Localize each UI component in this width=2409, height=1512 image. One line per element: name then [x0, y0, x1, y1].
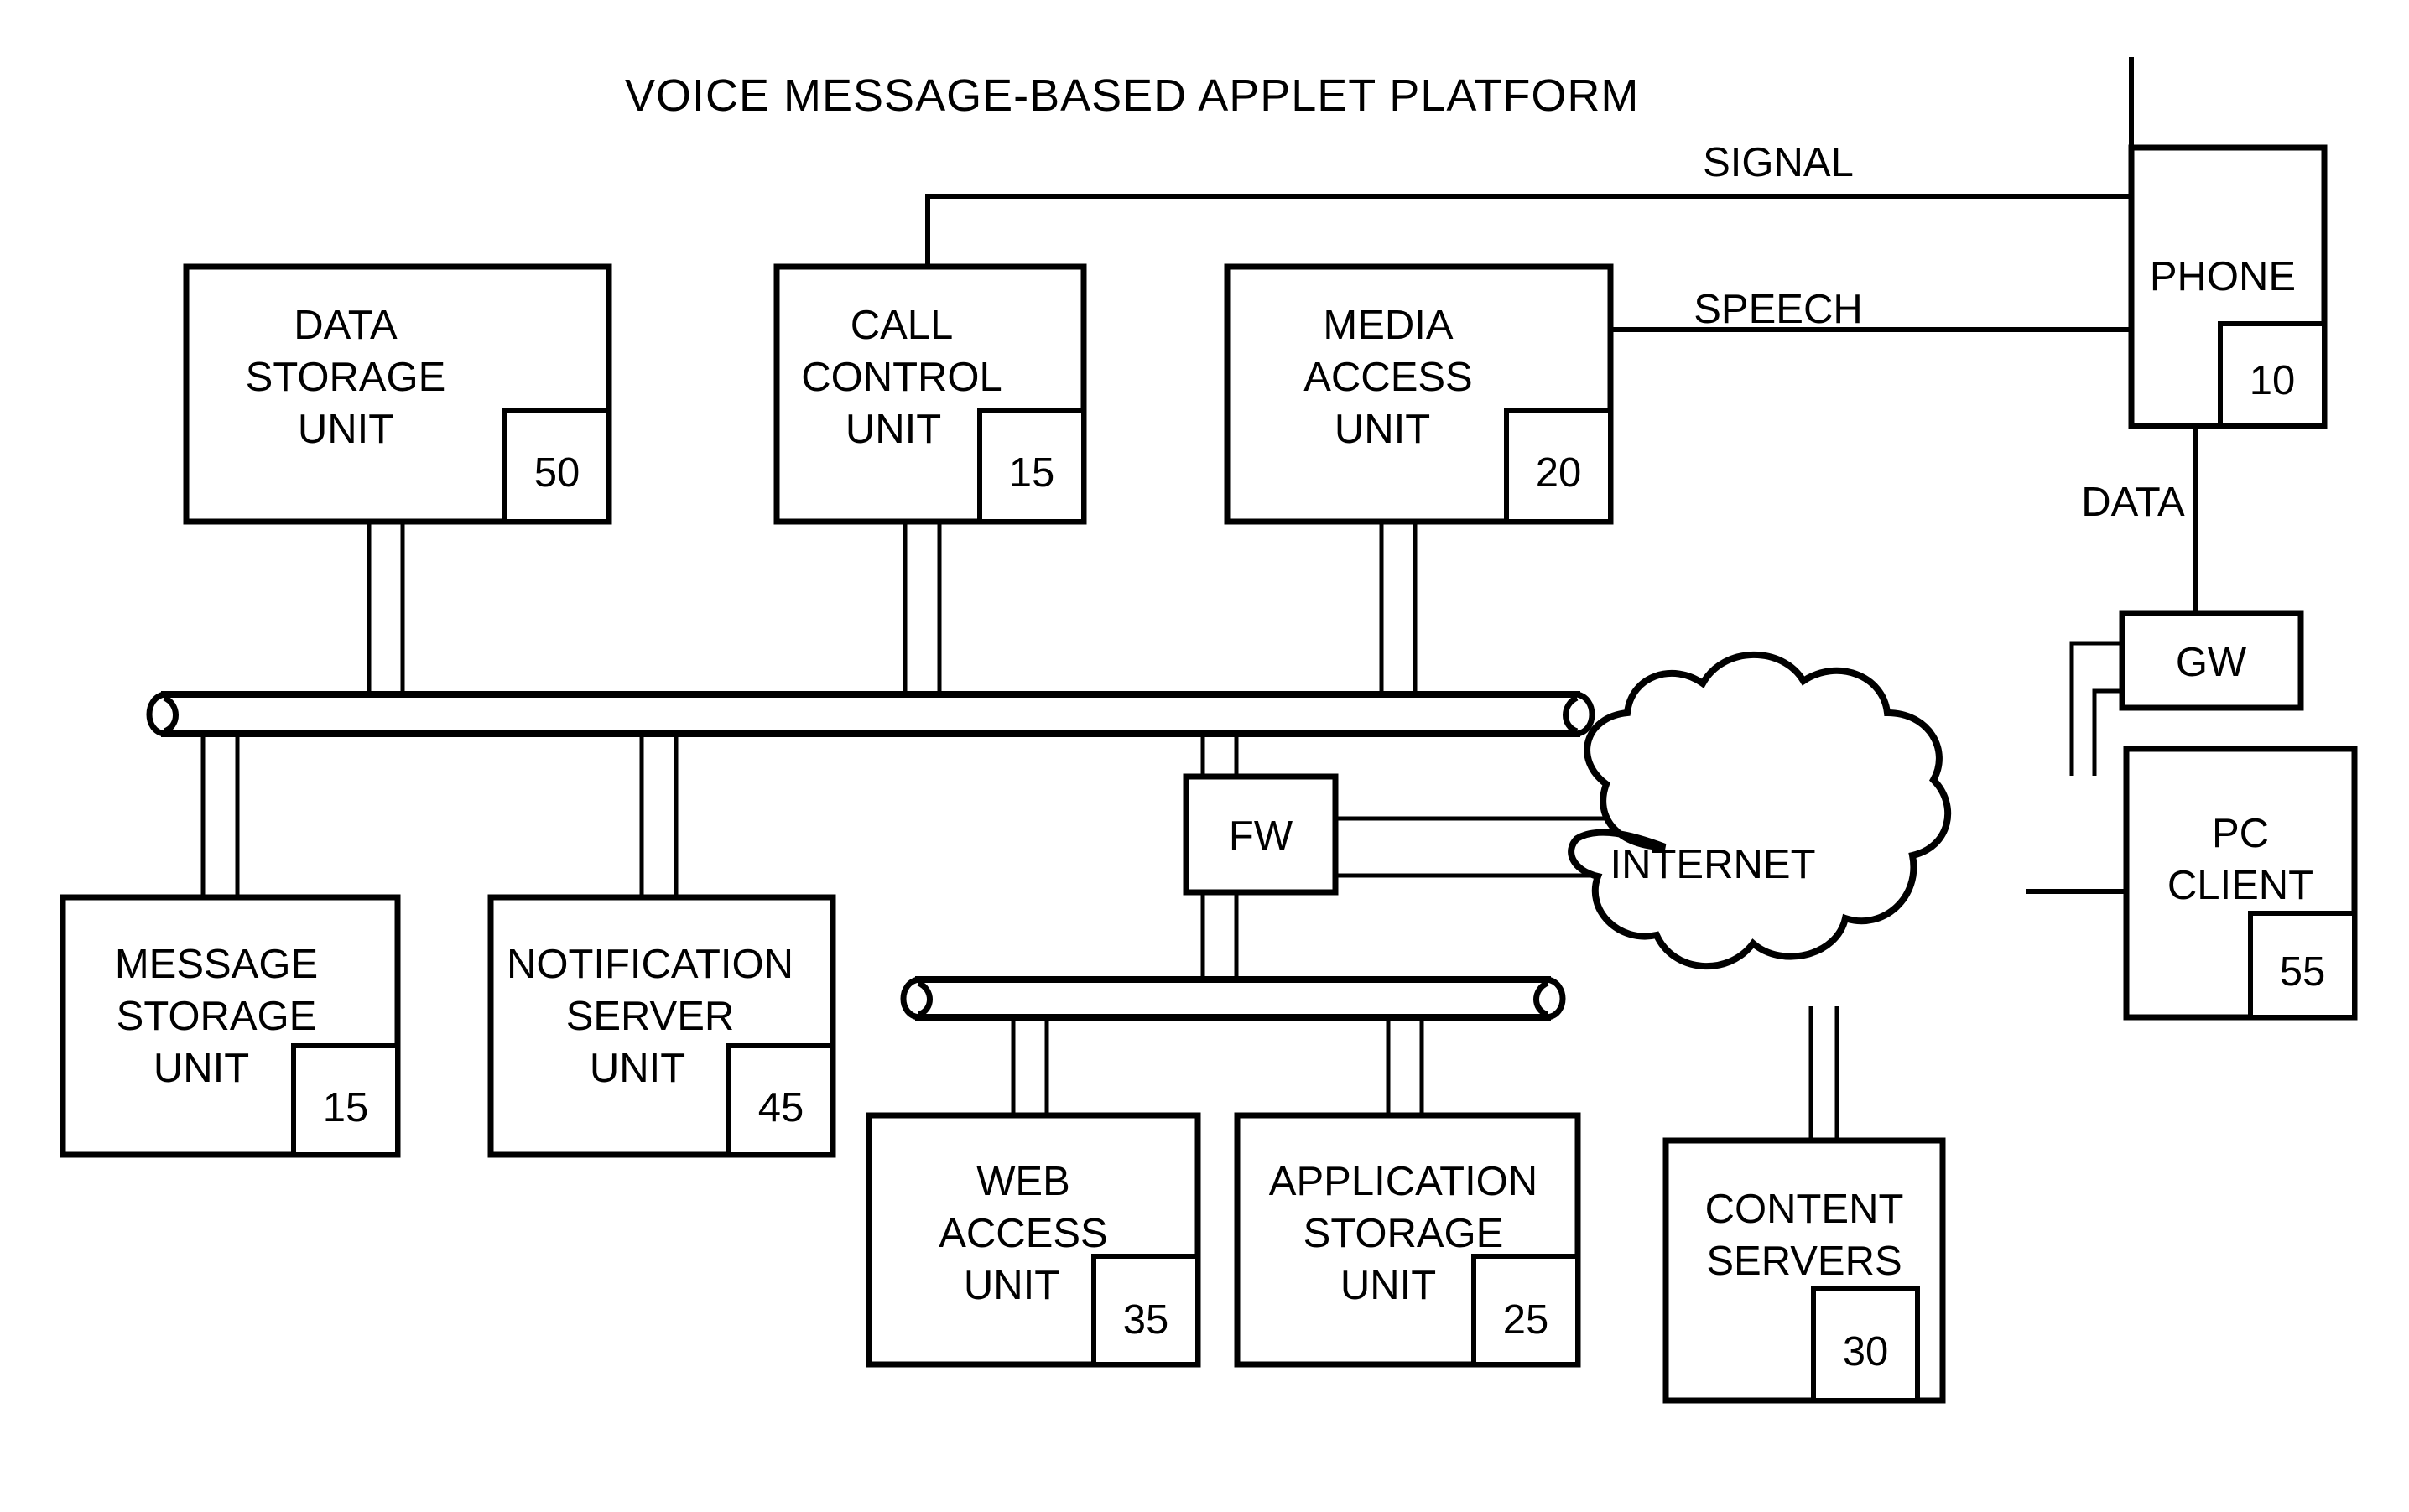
block-message-storage-unit[interactable]: MESSAGE STORAGE UNIT 15: [60, 894, 401, 1158]
lower-bus-bar: [900, 976, 1566, 1021]
call-control-label-line3: UNIT: [845, 407, 941, 452]
block-data-storage-unit[interactable]: DATA STORAGE UNIT 50: [183, 263, 612, 525]
content-servers-label-line1: CONTENT: [1705, 1187, 1904, 1232]
data-storage-ref-number: 50: [534, 450, 580, 496]
content-servers-label-line2: SERVERS: [1706, 1239, 1902, 1284]
gateway-cloud-link-outer: [2069, 641, 2122, 776]
media-access-ref-number: 20: [1536, 450, 1582, 496]
call-control-ref-number: 15: [1009, 450, 1055, 496]
phone-ref-number: 10: [2250, 358, 2296, 403]
app-storage-label-line1: APPLICATION: [1269, 1159, 1537, 1204]
message-storage-label-line1: MESSAGE: [115, 942, 318, 987]
speech-label: SPEECH: [1694, 287, 1863, 332]
notification-label-line2: SERVER: [566, 994, 735, 1039]
firewall-label: FW: [1229, 813, 1293, 859]
block-phone[interactable]: PHONE 10: [2128, 144, 2328, 429]
message-storage-ref-number: 15: [323, 1085, 369, 1130]
content-servers-ref-number: 30: [1843, 1329, 1889, 1374]
diagram-svg: VOICE MESSAGE-BASED APPLET PLATFORM INTE…: [60, 57, 2358, 1404]
data-label: DATA: [2081, 480, 2185, 525]
block-media-access-unit[interactable]: MEDIA ACCESS UNIT 20: [1224, 263, 1614, 525]
patent-diagram-canvas: VOICE MESSAGE-BASED APPLET PLATFORM INTE…: [0, 0, 2409, 1512]
signal-label: SIGNAL: [1703, 140, 1854, 185]
web-access-label-line1: WEB: [976, 1159, 1070, 1204]
internet-label: INTERNET: [1610, 842, 1816, 887]
media-access-label-line3: UNIT: [1335, 407, 1430, 452]
message-storage-label-line3: UNIT: [153, 1046, 249, 1091]
main-bus-bar: [146, 691, 1595, 737]
call-control-label-line2: CONTROL: [801, 355, 1002, 400]
notification-label-line1: NOTIFICATION: [507, 942, 793, 987]
block-call-control-unit[interactable]: CALL CONTROL UNIT 15: [773, 263, 1087, 525]
data-storage-label-line2: STORAGE: [246, 355, 446, 400]
data-storage-label-line3: UNIT: [298, 407, 393, 452]
internet-cloud: INTERNET: [1568, 651, 1952, 970]
signal-connection-line: [925, 194, 2131, 270]
media-access-label-line1: MEDIA: [1323, 303, 1454, 348]
pc-client-label-line1: PC: [2212, 811, 2269, 856]
block-firewall[interactable]: FW: [1183, 773, 1339, 896]
data-storage-label-line1: DATA: [294, 303, 398, 348]
call-control-label-line1: CALL: [851, 303, 954, 348]
page-title: VOICE MESSAGE-BASED APPLET PLATFORM: [625, 70, 1639, 121]
message-storage-label-line2: STORAGE: [117, 994, 317, 1039]
phone-label: PHONE: [2150, 254, 2296, 299]
block-notification-server-unit[interactable]: NOTIFICATION SERVER UNIT 45: [487, 894, 836, 1158]
app-storage-ref-number: 25: [1503, 1297, 1549, 1343]
notification-label-line3: UNIT: [590, 1046, 685, 1091]
block-pc-client[interactable]: PC CLIENT 55: [2123, 746, 2358, 1021]
gateway-cloud-link-inner: [2092, 688, 2122, 776]
pc-client-label-line2: CLIENT: [2167, 863, 2313, 908]
notification-ref-number: 45: [758, 1085, 804, 1130]
web-access-label-line3: UNIT: [964, 1263, 1059, 1308]
block-web-access-unit[interactable]: WEB ACCESS UNIT 35: [866, 1112, 1201, 1368]
block-content-servers[interactable]: CONTENT SERVERS 30: [1662, 1137, 1946, 1404]
block-gateway[interactable]: GW: [2119, 610, 2304, 711]
web-access-label-line2: ACCESS: [939, 1211, 1108, 1256]
media-access-label-line2: ACCESS: [1303, 355, 1473, 400]
web-access-ref-number: 35: [1123, 1297, 1169, 1343]
app-storage-label-line3: UNIT: [1340, 1263, 1436, 1308]
block-application-storage-unit[interactable]: APPLICATION STORAGE UNIT 25: [1234, 1112, 1581, 1368]
app-storage-label-line2: STORAGE: [1303, 1211, 1504, 1256]
pc-client-ref-number: 55: [2280, 949, 2326, 995]
gateway-label: GW: [2176, 640, 2247, 685]
